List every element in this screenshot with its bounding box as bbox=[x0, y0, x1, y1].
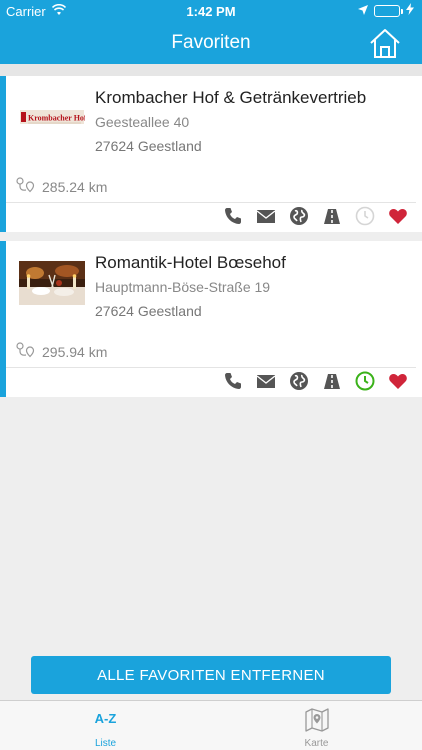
battery-icon bbox=[374, 4, 403, 17]
favorite-heart-icon[interactable] bbox=[388, 206, 408, 226]
tab-bar: A-Z Liste Karte bbox=[0, 700, 422, 750]
remove-all-favorites-button[interactable]: ALLE FAVORITEN ENTFERNEN bbox=[31, 656, 391, 694]
venue-name: Romantik-Hotel Bœsehof bbox=[95, 253, 286, 272]
home-button[interactable] bbox=[368, 27, 402, 59]
favorite-card[interactable]: Krombacher Hof Krombacher Hof & Getränke… bbox=[0, 76, 422, 232]
action-icons bbox=[223, 206, 408, 228]
route-pin-icon bbox=[16, 342, 36, 361]
venue-city: 27624 Geestland bbox=[95, 138, 202, 154]
venue-photo bbox=[19, 261, 85, 305]
venue-name: Krombacher Hof & Getränkevertrieb bbox=[95, 88, 367, 107]
action-icons bbox=[223, 371, 408, 393]
map-icon bbox=[304, 707, 330, 733]
location-arrow-icon bbox=[358, 3, 368, 18]
navigation-bar: Favoriten bbox=[0, 24, 422, 64]
opening-hours-clock-icon[interactable] bbox=[355, 371, 375, 391]
page-title: Favoriten bbox=[171, 32, 251, 53]
header-spacer bbox=[0, 64, 422, 76]
route-road-icon[interactable] bbox=[322, 371, 342, 391]
tab-label: Karte bbox=[304, 738, 329, 749]
card-divider bbox=[6, 202, 416, 203]
route-road-icon[interactable] bbox=[322, 206, 342, 226]
tab-label: Liste bbox=[94, 738, 117, 749]
venue-street: Hauptmann-Böse-Straße 19 bbox=[95, 279, 271, 295]
home-icon bbox=[370, 29, 400, 58]
charging-bolt-icon bbox=[406, 3, 414, 18]
venue-city: 27624 Geestland bbox=[95, 303, 202, 319]
distance-value: 295.94 km bbox=[42, 343, 108, 360]
distance: 295.94 km bbox=[16, 342, 107, 361]
email-icon[interactable] bbox=[256, 206, 276, 226]
favorite-card[interactable]: Romantik-Hotel Bœsehof Hauptmann-Böse-St… bbox=[0, 241, 422, 397]
opening-hours-clock-icon[interactable] bbox=[355, 206, 375, 226]
tab-karte[interactable]: Karte bbox=[211, 701, 422, 750]
website-globe-icon[interactable] bbox=[289, 206, 309, 226]
venue-street: Geesteallee 40 bbox=[95, 114, 190, 130]
tab-liste[interactable]: A-Z Liste bbox=[0, 701, 211, 750]
distance: 285.24 km bbox=[16, 177, 107, 196]
distance-value: 285.24 km bbox=[42, 178, 108, 195]
az-list-icon: A-Z bbox=[94, 711, 117, 726]
email-icon[interactable] bbox=[256, 371, 276, 391]
card-divider bbox=[6, 367, 416, 368]
card-accent bbox=[0, 76, 6, 232]
favorite-heart-icon[interactable] bbox=[388, 371, 408, 391]
website-globe-icon[interactable] bbox=[289, 371, 309, 391]
route-pin-icon bbox=[16, 177, 36, 196]
phone-icon[interactable] bbox=[223, 206, 243, 226]
venue-logo: Krombacher Hof bbox=[19, 96, 85, 140]
status-right bbox=[358, 3, 414, 18]
card-accent bbox=[0, 241, 6, 397]
status-bar: Carrier 1:42 PM bbox=[0, 0, 422, 24]
logo-text: Krombacher Hof bbox=[28, 114, 85, 123]
phone-icon[interactable] bbox=[223, 371, 243, 391]
